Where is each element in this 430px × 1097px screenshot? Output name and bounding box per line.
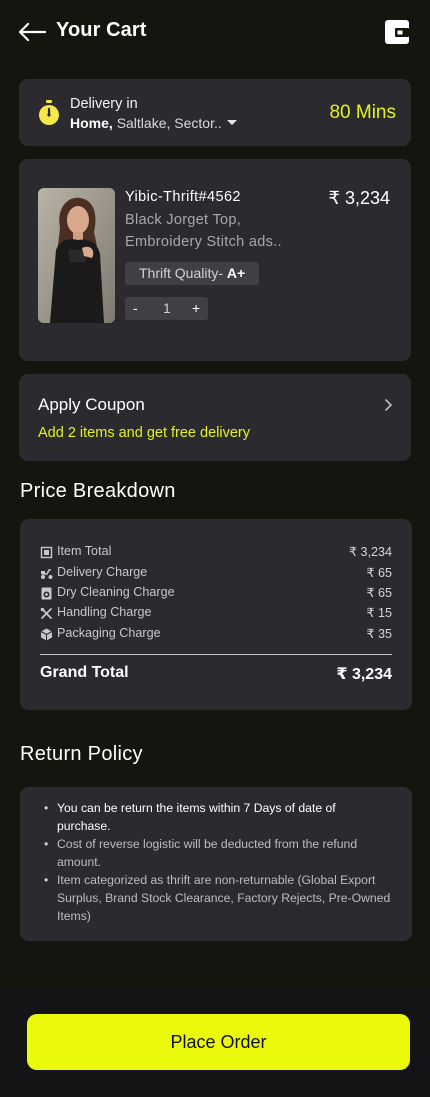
policy-item: Cost of reverse logistic will be deducte… [42, 835, 392, 871]
divider [40, 654, 392, 655]
receipt-icon [40, 546, 53, 559]
decrease-quantity-button[interactable]: - [133, 300, 138, 316]
cart-item-card: Yibic-Thrift#4562 ₹ 3,234 Black Jorget T… [19, 159, 411, 361]
coupon-title: Apply Coupon [38, 395, 145, 414]
stopwatch-icon [39, 100, 59, 125]
quantity-value: 1 [163, 300, 171, 316]
delivery-address-selector[interactable]: Home, Saltlake, Sector.. [70, 115, 237, 131]
breakdown-label: Packaging Charge [57, 626, 161, 640]
delivery-address: Saltlake, Sector.. [116, 115, 222, 131]
place-order-button[interactable]: Place Order [27, 1014, 410, 1070]
breakdown-value: ₹ 3,234 [348, 545, 392, 559]
breakdown-value: ₹ 65 [366, 586, 392, 600]
chevron-right-icon [385, 399, 393, 411]
delivery-card[interactable]: Delivery in Home, Saltlake, Sector.. 80 … [19, 79, 411, 146]
increase-quantity-button[interactable]: + [192, 300, 200, 316]
policy-list: You can be return the items within 7 Day… [42, 799, 392, 925]
breakdown-label: Handling Charge [57, 605, 152, 619]
caret-down-icon[interactable] [226, 119, 237, 125]
product-description-line1: Black Jorget Top, [125, 212, 242, 228]
product-description-line2: Embroidery Stitch ads.. [125, 234, 282, 250]
breakdown-label: Dry Cleaning Charge [57, 585, 175, 599]
breakdown-row-delivery: Delivery Charge ₹ 65 [40, 565, 392, 583]
breakdown-label: Delivery Charge [57, 565, 148, 579]
apply-coupon-card[interactable]: Apply Coupon Add 2 items and get free de… [19, 374, 411, 461]
product-name[interactable]: Yibic-Thrift#4562 [125, 189, 241, 205]
arrow-left-icon[interactable] [18, 22, 46, 42]
tools-icon [40, 607, 52, 619]
quality-label: Thrift Quality- [139, 265, 224, 281]
product-price: ₹ 3,234 [328, 188, 391, 208]
quality-badge: Thrift Quality- A+ [125, 262, 260, 285]
delivery-place: Home, [70, 115, 113, 131]
grand-total-value: ₹ 3,234 [336, 666, 392, 683]
scooter-icon [41, 569, 53, 579]
policy-item: Item categorized as thrift are non-retur… [42, 871, 392, 925]
package-icon [40, 628, 53, 641]
breakdown-row-packaging: Packaging Charge ₹ 35 [40, 626, 392, 644]
breakdown-label: Item Total [57, 544, 112, 558]
product-image[interactable] [38, 188, 115, 323]
price-breakdown-heading: Price Breakdown [20, 480, 176, 502]
breakdown-row-item-total: Item Total ₹ 3,234 [40, 544, 392, 562]
breakdown-value: ₹ 35 [366, 627, 392, 641]
breakdown-row-dry-cleaning: Dry Cleaning Charge ₹ 65 [40, 585, 392, 603]
return-policy-heading: Return Policy [20, 743, 143, 765]
policy-item: You can be return the items within 7 Day… [42, 799, 392, 835]
breakdown-value: ₹ 15 [366, 606, 392, 620]
app-header: Your Cart [0, 0, 430, 64]
breakdown-row-handling: Handling Charge ₹ 15 [40, 605, 392, 623]
breakdown-value: ₹ 65 [366, 566, 392, 580]
delivery-label: Delivery in [70, 96, 138, 112]
quantity-stepper: - 1 + [125, 297, 208, 320]
wallet-icon[interactable] [385, 20, 409, 44]
grand-total-label: Grand Total [40, 664, 129, 681]
price-breakdown-card: Item Total ₹ 3,234 Delivery Charge ₹ 65 … [20, 519, 412, 710]
delivery-time: 80 Mins [329, 102, 396, 123]
return-policy-card: You can be return the items within 7 Day… [20, 787, 412, 941]
coupon-subtitle: Add 2 items and get free delivery [38, 425, 250, 441]
quality-value: A+ [226, 265, 246, 281]
washing-machine-icon [41, 587, 52, 600]
page-title: Your Cart [56, 19, 147, 41]
